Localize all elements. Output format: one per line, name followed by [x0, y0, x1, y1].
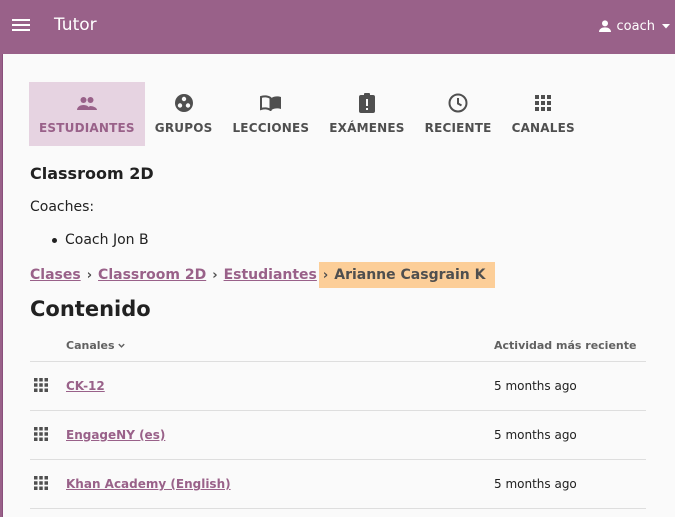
app-title: Tutor: [54, 15, 97, 35]
table-row: Khan Academy (English) 5 months ago: [30, 460, 646, 509]
tab-lecciones[interactable]: LECCIONES: [222, 82, 319, 146]
activity-column-label: Actividad más reciente: [494, 339, 637, 352]
coaches-label: Coaches:: [30, 199, 95, 215]
channel-link[interactable]: CK-12: [66, 379, 105, 393]
tab-label: RECIENTE: [424, 121, 492, 135]
tab-examenes[interactable]: EXÁMENES: [319, 82, 414, 146]
activity-value: 5 months ago: [494, 379, 577, 393]
breadcrumb-current-label: Arianne Casgrain K: [334, 267, 486, 283]
coach-list-item: Coach Jon B: [52, 232, 149, 248]
channel-grid-icon: [34, 427, 48, 441]
caret-down-icon: [662, 24, 670, 29]
channels-column-label: Canales: [66, 339, 115, 352]
tab-reciente[interactable]: RECIENTE: [415, 82, 502, 146]
channel-link[interactable]: Khan Academy (English): [66, 477, 231, 491]
channel-link[interactable]: EngageNY (es): [66, 428, 165, 442]
book-icon: [259, 95, 281, 111]
breadcrumb-separator: ›: [212, 267, 218, 283]
tab-estudiantes[interactable]: ESTUDIANTES: [29, 82, 145, 146]
channels-table: Canales Actividad más reciente CK-12 5 m…: [30, 334, 646, 509]
breadcrumb-link-clases[interactable]: Clases: [30, 267, 81, 283]
user-menu[interactable]: coach: [597, 16, 671, 36]
people-icon: [76, 97, 97, 110]
coach-name: Coach Jon B: [65, 232, 149, 248]
coach-tabs: ESTUDIANTES GRUPOS LECCIONES EXÁMENES RE…: [29, 82, 585, 146]
user-name: coach: [616, 18, 655, 34]
sort-channels-header[interactable]: Canales: [66, 339, 126, 352]
bullet-icon: [52, 237, 57, 243]
breadcrumb-current: › Arianne Casgrain K: [318, 262, 496, 288]
breadcrumb: Clases › Classroom 2D › Estudiantes › Ar…: [30, 262, 496, 288]
groups-icon: [174, 94, 193, 112]
grid-icon: [535, 95, 552, 111]
app-bar: Tutor coach: [0, 0, 675, 52]
tab-grupos[interactable]: GRUPOS: [145, 82, 223, 146]
table-header: Canales Actividad más reciente: [30, 334, 646, 362]
clock-icon: [448, 93, 468, 113]
activity-value: 5 months ago: [494, 477, 577, 491]
person-icon: [598, 20, 611, 32]
chevron-down-icon: [117, 343, 125, 348]
breadcrumb-link-classroom[interactable]: Classroom 2D: [98, 267, 206, 283]
breadcrumb-link-estudiantes[interactable]: Estudiantes: [224, 267, 317, 283]
tab-label: EXÁMENES: [329, 121, 405, 135]
breadcrumb-separator: ›: [322, 267, 329, 283]
table-row: CK-12 5 months ago: [30, 362, 646, 411]
main-sheet: ESTUDIANTES GRUPOS LECCIONES EXÁMENES RE…: [2, 54, 675, 517]
breadcrumb-separator: ›: [86, 267, 93, 283]
tab-canales[interactable]: CANALES: [502, 82, 585, 146]
channel-grid-icon: [34, 476, 48, 490]
tab-label: ESTUDIANTES: [39, 121, 135, 135]
tab-label: CANALES: [511, 121, 575, 135]
exam-icon: [358, 93, 375, 113]
tab-label: GRUPOS: [154, 121, 213, 135]
classroom-name: Classroom 2D: [30, 164, 154, 183]
table-row: EngageNY (es) 5 months ago: [30, 411, 646, 460]
activity-value: 5 months ago: [494, 428, 577, 442]
tab-label: LECCIONES: [232, 121, 310, 135]
content-title: Contenido: [30, 297, 151, 321]
hamburger-menu-icon[interactable]: [12, 16, 32, 36]
channel-grid-icon: [34, 378, 48, 392]
